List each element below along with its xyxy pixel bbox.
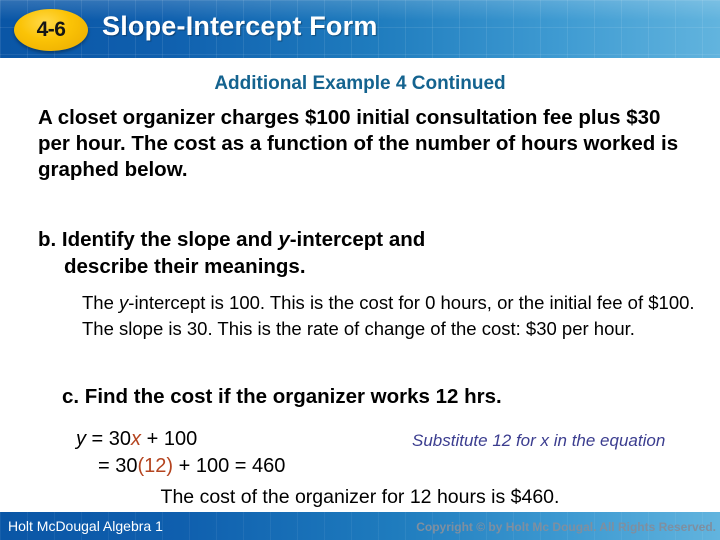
problem-statement: A closet organizer charges $100 initial …	[38, 106, 679, 181]
equation-work: y = 30x + 100 = 30(12) + 100 = 460	[76, 426, 285, 480]
answer-b-pre: The	[82, 292, 120, 313]
part-b-line1-post: -intercept and	[289, 228, 426, 251]
lesson-number-label: 4-6	[36, 18, 66, 41]
answer-b-post: -intercept is 100. This is the cost for …	[82, 292, 695, 339]
equation-variable-x: x	[131, 428, 142, 450]
equation-line2-a: = 30	[98, 455, 138, 477]
lesson-number-badge: 4-6	[14, 9, 88, 51]
equation-substituted-value: (12)	[137, 455, 174, 477]
answer-b-variable-y: y	[119, 292, 129, 313]
slide-subtitle: Additional Example 4 Continued	[214, 73, 506, 94]
slide-body: Additional Example 4 Continued A closet …	[0, 58, 720, 512]
part-b-variable-y: y	[278, 228, 290, 251]
part-b-answer: The y-intercept is 100. This is the cost…	[82, 290, 707, 342]
footer-book-title: Holt McDougal Algebra 1	[8, 518, 163, 534]
final-answer-line: The cost of the organizer for 12 hours i…	[160, 486, 560, 508]
equation-line1-a: = 30	[86, 428, 132, 450]
equation-line-2: = 30(12) + 100 = 460	[76, 453, 285, 480]
part-c-question: c. Find the cost if the organizer works …	[62, 385, 502, 408]
slide-header: 4-6 Slope-Intercept Form	[0, 0, 720, 58]
part-b-question: b. Identify the slope and y-intercept an…	[38, 226, 688, 280]
equation-line1-b: + 100	[141, 428, 198, 450]
footer-copyright: Copyright © by Holt Mc Dougal. All Right…	[416, 520, 716, 534]
part-b-line2: describe their meanings.	[64, 255, 306, 278]
page-title: Slope-Intercept Form	[102, 11, 378, 41]
substitution-note: Substitute 12 for x in the equation	[412, 431, 666, 450]
equation-line-1: y = 30x + 100	[76, 426, 285, 453]
part-b-line1-pre: b. Identify the slope and	[38, 228, 279, 251]
equation-line2-b: + 100 = 460	[173, 455, 286, 477]
slide-footer: Holt McDougal Algebra 1 Copyright © by H…	[0, 512, 720, 540]
equation-variable-y: y	[76, 428, 86, 450]
